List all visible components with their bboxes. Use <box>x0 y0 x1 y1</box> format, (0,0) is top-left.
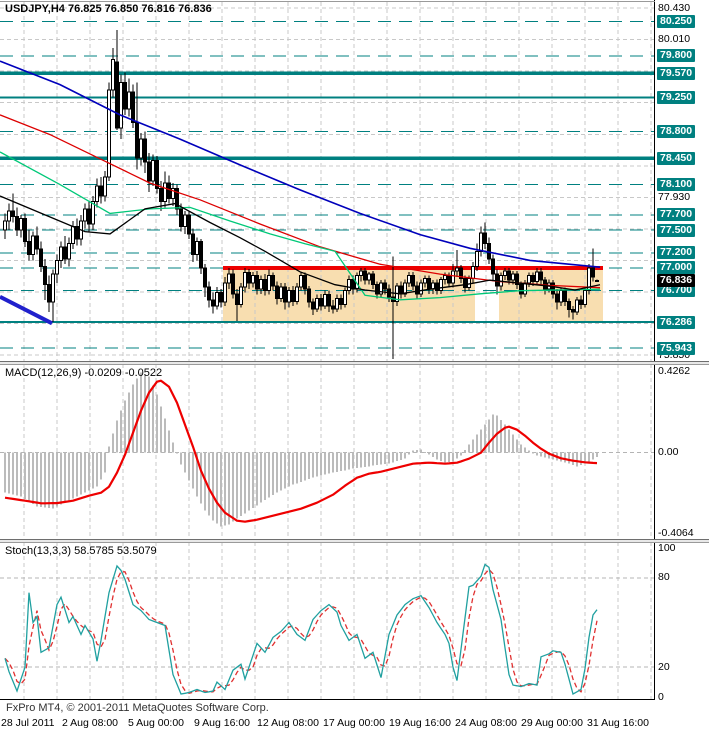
price-level-label: 79.800 <box>657 49 696 63</box>
time-axis-label: 29 Aug 00:00 <box>521 717 583 729</box>
price-tick-label: 80.010 <box>658 33 691 46</box>
price-level-label: 78.450 <box>657 151 696 165</box>
time-axis-label: 9 Aug 16:00 <box>193 717 251 729</box>
time-axis-label: 2 Aug 08:00 <box>61 717 119 729</box>
time-axis-label: 5 Aug 00:00 <box>127 717 185 729</box>
pane-borders <box>0 0 655 700</box>
price-tick-label: 77.930 <box>658 191 691 203</box>
price-level-label: 79.250 <box>657 90 696 104</box>
price-level-label: 77.000 <box>657 261 696 275</box>
time-axis-label: 28 Jul 2011 <box>1 717 55 729</box>
current-price-label: 76.836 <box>657 273 696 287</box>
time-axis-label: 31 Aug 16:00 <box>587 717 649 729</box>
price-level-label: 75.943 <box>657 341 696 355</box>
macd-layer <box>0 372 655 527</box>
macd-tick-label: 0.00 <box>658 446 679 459</box>
time-axis-label: 12 Aug 08:00 <box>257 717 319 729</box>
price-level-label: 78.100 <box>657 178 696 192</box>
price-tick-label: 80.430 <box>658 1 691 14</box>
macd-tick-label: 0.4262 <box>658 365 691 377</box>
price-axis[interactable]: 80.430 80.010 77.930 75.850 80.250 79.800 79.5… <box>656 0 709 703</box>
price-level-label: 76.286 <box>657 315 696 329</box>
grid-layer <box>0 2 655 699</box>
price-level-label: 77.500 <box>657 223 696 237</box>
chart-title: USDJPY,H4 76.825 76.850 76.816 76.836 <box>5 3 212 15</box>
stoch-tick-label: 100 <box>658 541 676 554</box>
pane-separator-stoch[interactable] <box>0 539 709 543</box>
time-axis-label: 17 Aug 00:00 <box>323 717 385 729</box>
copyright-text: FxPro MT4, © 2001-2011 MetaQuotes Softwa… <box>6 702 269 714</box>
time-axis-label: 24 Aug 08:00 <box>455 717 517 729</box>
mt4-chart-window: USDJPY,H4 76.825 76.850 76.816 76.836 MA… <box>0 0 709 734</box>
price-level-label: 79.570 <box>657 66 696 80</box>
price-level-label: 77.700 <box>657 208 696 222</box>
stoch-layer <box>0 563 655 695</box>
macd-indicator-label: MACD(12,26,9) -0.0209 -0.0522 <box>5 367 163 379</box>
time-axis-label: 19 Aug 16:00 <box>389 717 451 729</box>
stoch-tick-label: 80 <box>658 571 670 584</box>
chart-canvas[interactable] <box>0 0 655 700</box>
stoch-indicator-label: Stoch(13,3,3) 58.5785 53.5079 <box>5 545 157 557</box>
pane-separator-macd[interactable] <box>0 361 709 365</box>
price-level-label: 77.200 <box>657 246 696 260</box>
price-level-label: 80.250 <box>657 15 696 29</box>
time-axis[interactable]: FxPro MT4, © 2001-2011 MetaQuotes Softwa… <box>0 700 709 734</box>
stoch-tick-label: 20 <box>658 660 670 673</box>
price-level-label: 78.800 <box>657 125 696 139</box>
